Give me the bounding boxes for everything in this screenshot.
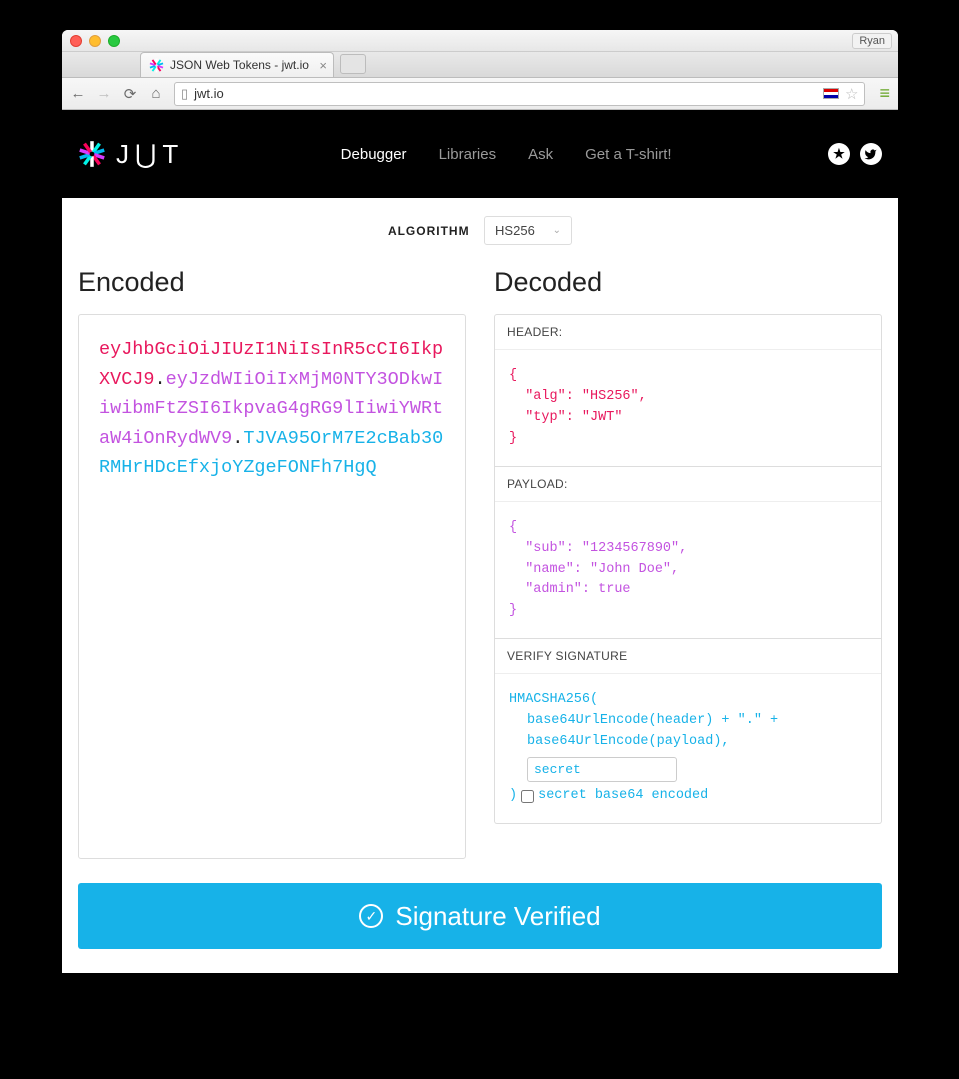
social-icons: ★ — [828, 143, 882, 165]
secret-base64-checkbox[interactable] — [521, 790, 534, 803]
chevron-down-icon: ⌄ — [553, 225, 561, 236]
sig-line-1: HMACSHA256( — [509, 690, 867, 711]
nav-links: Debugger Libraries Ask Get a T-shirt! — [341, 146, 672, 163]
browser-toolbar: ← → ⟳ ⌂ ▯ jwt.io ☆ ≡ — [62, 78, 898, 110]
algorithm-row: ALGORITHM HS256 ⌄ — [78, 216, 882, 245]
secret-base64-label: secret base64 encoded — [538, 786, 708, 807]
jwt-logo-icon — [78, 140, 106, 168]
decoded-column: Decoded HEADER: { "alg": "HS256", "typ":… — [494, 267, 882, 859]
logo[interactable]: J⋃T — [78, 139, 184, 170]
address-bar[interactable]: ▯ jwt.io ☆ — [174, 82, 865, 106]
window-maximize-icon[interactable] — [108, 35, 120, 47]
nav-libraries[interactable]: Libraries — [439, 146, 497, 163]
signature-verified-banner[interactable]: ✓ Signature Verified — [78, 883, 882, 949]
encoded-column: Encoded eyJhbGciOiJIUzI1NiIsInR5cCI6IkpX… — [78, 267, 466, 859]
browser-window: Ryan JSON Web Tokens - jwt.io × — [62, 30, 898, 973]
titlebar: Ryan — [62, 30, 898, 52]
nav-tshirt[interactable]: Get a T-shirt! — [585, 146, 671, 163]
menu-icon[interactable]: ≡ — [879, 83, 890, 104]
nav-ask[interactable]: Ask — [528, 146, 553, 163]
twitter-icon[interactable] — [860, 143, 882, 165]
nav-debugger[interactable]: Debugger — [341, 146, 407, 163]
logo-text: J⋃T — [116, 139, 184, 170]
tab-title: JSON Web Tokens - jwt.io — [170, 58, 309, 72]
tab-strip: JSON Web Tokens - jwt.io × — [62, 52, 898, 78]
back-icon[interactable]: ← — [70, 85, 86, 102]
site-header: J⋃T Debugger Libraries Ask Get a T-shirt… — [62, 110, 898, 198]
sig-close-paren: ) — [509, 786, 517, 807]
url-text: jwt.io — [194, 86, 224, 101]
sig-line-3: base64UrlEncode(payload), — [509, 732, 867, 753]
verify-text: Signature Verified — [395, 901, 600, 932]
encoded-textarea[interactable]: eyJhbGciOiJIUzI1NiIsInR5cCI6IkpXVCJ9.eyJ… — [78, 314, 466, 859]
verify-section-label: VERIFY SIGNATURE — [495, 639, 881, 674]
algorithm-label: ALGORITHM — [388, 224, 470, 238]
sig-line-2: base64UrlEncode(header) + "." + — [509, 711, 867, 732]
home-icon[interactable]: ⌂ — [148, 85, 164, 102]
header-panel: HEADER: { "alg": "HS256", "typ": "JWT" } — [494, 314, 882, 467]
signature-formula: HMACSHA256( base64UrlEncode(header) + ".… — [495, 674, 881, 823]
decoded-heading: Decoded — [494, 267, 882, 298]
browser-tab[interactable]: JSON Web Tokens - jwt.io × — [140, 52, 334, 77]
window-minimize-icon[interactable] — [89, 35, 101, 47]
payload-json[interactable]: { "sub": "1234567890", "name": "John Doe… — [495, 502, 881, 639]
payload-section-label: PAYLOAD: — [495, 467, 881, 502]
encoded-heading: Encoded — [78, 267, 466, 298]
algorithm-value: HS256 — [495, 223, 535, 238]
algorithm-select[interactable]: HS256 ⌄ — [484, 216, 572, 245]
reload-icon[interactable]: ⟳ — [122, 85, 138, 103]
bookmark-star-icon[interactable]: ☆ — [845, 85, 858, 103]
profile-chip[interactable]: Ryan — [852, 33, 892, 49]
page-content: ALGORITHM HS256 ⌄ Encoded eyJhbGciOiJIUz… — [62, 198, 898, 973]
check-circle-icon: ✓ — [359, 904, 383, 928]
jwt-favicon-icon — [149, 58, 164, 73]
star-badge-icon[interactable]: ★ — [828, 143, 850, 165]
new-tab-button[interactable] — [340, 54, 366, 74]
forward-icon[interactable]: → — [96, 85, 112, 102]
payload-panel: PAYLOAD: { "sub": "1234567890", "name": … — [494, 467, 882, 640]
header-section-label: HEADER: — [495, 315, 881, 350]
translate-flag-icon[interactable] — [823, 88, 839, 99]
verify-panel: VERIFY SIGNATURE HMACSHA256( base64UrlEn… — [494, 639, 882, 824]
window-close-icon[interactable] — [70, 35, 82, 47]
tab-close-icon[interactable]: × — [319, 58, 327, 73]
page-icon: ▯ — [181, 86, 188, 102]
header-json[interactable]: { "alg": "HS256", "typ": "JWT" } — [495, 350, 881, 466]
secret-input[interactable] — [527, 757, 677, 782]
